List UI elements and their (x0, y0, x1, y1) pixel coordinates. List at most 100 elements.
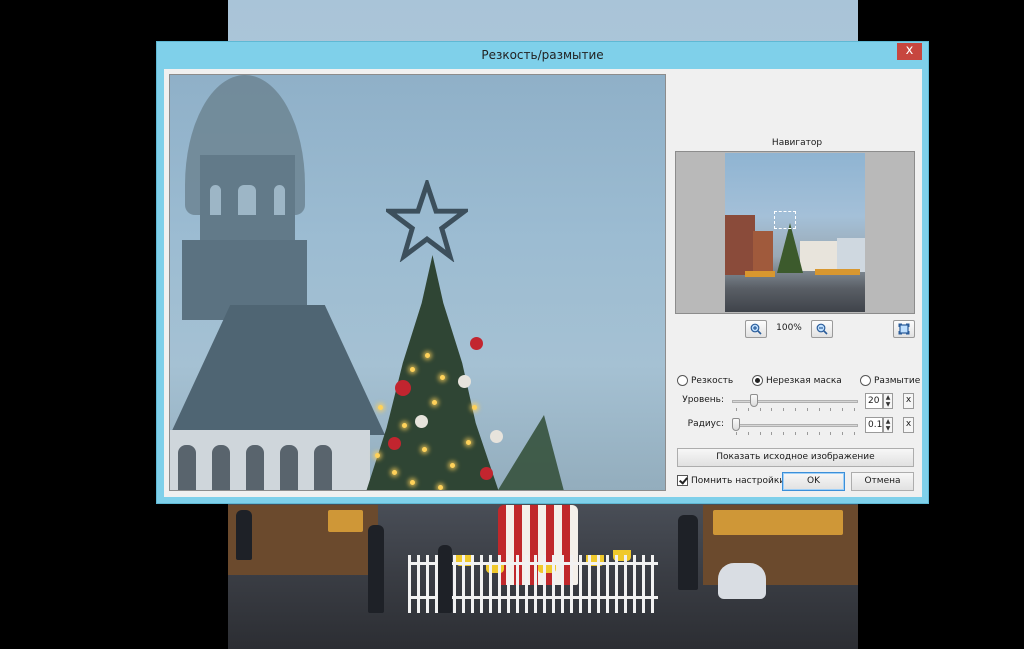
spin-up-icon[interactable]: ▲ (884, 418, 892, 425)
cancel-button[interactable]: Отмена (851, 472, 914, 491)
radius-spinner[interactable]: ▲ ▼ (883, 417, 893, 433)
radius-value-field[interactable]: 0.1 (865, 417, 883, 433)
navigator-thumbnail[interactable] (725, 153, 865, 312)
radius-reset-button[interactable]: x (903, 417, 914, 433)
radio-sharpen-indicator[interactable] (677, 375, 688, 386)
christmas-tree (365, 255, 500, 490)
tree-light (425, 353, 430, 358)
slider-tick (806, 408, 808, 411)
zoom-out-button[interactable] (811, 320, 833, 338)
slider-tick (736, 432, 737, 435)
navigator-panel[interactable] (675, 151, 915, 314)
slider-tick (771, 408, 773, 411)
stall-light (713, 510, 843, 535)
zoom-out-icon (816, 323, 828, 335)
fit-to-window-icon (898, 323, 910, 335)
slider-tick (795, 432, 796, 435)
slider-tick (759, 408, 761, 411)
slider-tick (783, 408, 785, 411)
fit-to-window-button[interactable] (893, 320, 915, 338)
thumb-building (725, 215, 755, 275)
slider-tick (736, 408, 737, 411)
tree-bauble (458, 375, 471, 388)
radio-unsharp-mask-label: Нерезкая маска (766, 375, 842, 386)
slider-tick (747, 432, 749, 435)
facade-window (246, 445, 264, 490)
level-reset-button[interactable]: x (903, 393, 914, 409)
show-original-button[interactable]: Показать исходное изображение (677, 448, 914, 467)
tree-light (378, 405, 383, 410)
radio-blur-indicator[interactable] (860, 375, 871, 386)
level-slider-thumb[interactable] (750, 394, 758, 407)
slider-tick (806, 432, 808, 435)
level-value-field[interactable]: 20 (865, 393, 883, 409)
facade-window (280, 445, 298, 490)
slider-tick (842, 408, 844, 411)
tree-bauble (388, 437, 401, 450)
zoom-level: 100% (776, 323, 802, 333)
radio-unsharp-mask-indicator[interactable] (752, 375, 763, 386)
person (368, 525, 384, 613)
radius-slider-track[interactable] (732, 424, 858, 427)
stall-light (328, 510, 363, 532)
slider-tick (818, 408, 820, 411)
thumb-building (753, 231, 773, 273)
remember-settings-checkbox[interactable]: Помнить настройки (677, 475, 785, 486)
tower-window (210, 185, 221, 215)
thumb-building (800, 241, 840, 271)
radio-blur-label: Размытие (874, 375, 921, 386)
building-facade (170, 430, 370, 490)
preview-image[interactable] (169, 74, 666, 491)
tree-light (440, 375, 445, 380)
radio-sharpen[interactable]: Резкость (677, 375, 733, 386)
slider-tick (830, 432, 832, 435)
tower-window (274, 185, 285, 215)
stroller (718, 563, 766, 599)
slider-tick (842, 432, 844, 435)
remember-settings-indicator[interactable] (677, 475, 688, 486)
tree-bauble (415, 415, 428, 428)
slider-tick (854, 432, 855, 435)
person (438, 545, 452, 613)
close-button[interactable]: x (897, 43, 922, 60)
slider-tick (818, 432, 820, 435)
thumb-stall (745, 271, 775, 277)
close-icon: x (905, 43, 914, 58)
tree-bauble (470, 337, 483, 350)
spin-up-icon[interactable]: ▲ (884, 394, 892, 401)
tree-star (386, 180, 468, 262)
navigator-selection-box[interactable] (774, 211, 796, 229)
level-label: Уровень: (682, 395, 724, 405)
ok-button[interactable]: OK (782, 472, 845, 491)
tree-bauble (395, 380, 411, 396)
spin-down-icon[interactable]: ▼ (884, 425, 892, 432)
tree-bauble (490, 430, 503, 443)
tree-light (402, 423, 407, 428)
tree-light (432, 400, 437, 405)
building-roof (170, 305, 385, 435)
tree-light (410, 367, 415, 372)
small-tree (495, 415, 565, 490)
thumb-stall (815, 269, 860, 275)
tree-light (375, 453, 380, 458)
star-outline (386, 180, 468, 262)
title-bar[interactable]: Резкость/размытие x (157, 42, 928, 68)
radio-unsharp-mask[interactable]: Нерезкая маска (752, 375, 842, 386)
spin-down-icon[interactable]: ▼ (884, 401, 892, 408)
slider-tick (854, 408, 855, 411)
zoom-in-icon (750, 323, 762, 335)
slider-tick (747, 408, 749, 411)
person (236, 510, 252, 560)
dialog-title: Резкость/размытие (481, 48, 604, 62)
slider-tick (771, 432, 773, 435)
radio-blur[interactable]: Размытие (860, 375, 920, 386)
sharpen-blur-dialog: Резкость/размытие x Навигатор 100% Резко… (156, 41, 929, 504)
facade-window (212, 445, 230, 490)
tree-light (392, 470, 397, 475)
level-spinner[interactable]: ▲ ▼ (883, 393, 893, 409)
slider-tick (795, 408, 796, 411)
navigator-label: Навигатор (771, 138, 823, 148)
radius-slider-thumb[interactable] (732, 418, 740, 431)
zoom-in-button[interactable] (745, 320, 767, 338)
tree-light (472, 405, 477, 410)
